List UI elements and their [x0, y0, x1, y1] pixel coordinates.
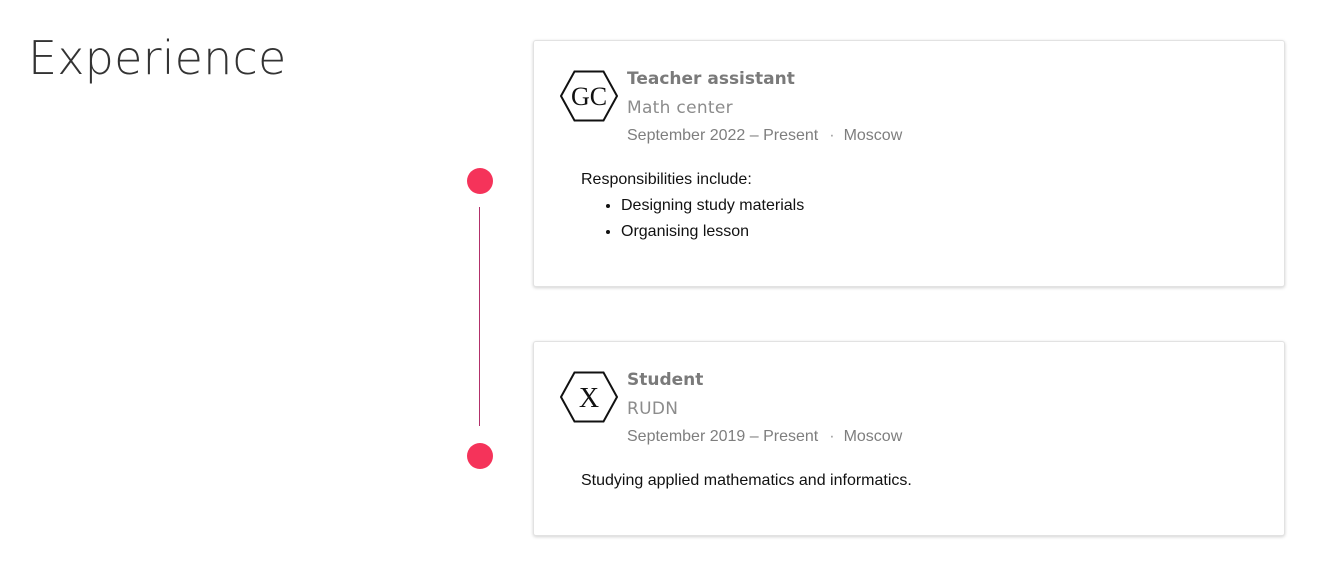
timeline-dot [467, 168, 493, 194]
experience-card: X Student RUDN September 2019 – Present ·… [533, 341, 1285, 536]
job-meta: September 2022 – Present · Moscow [627, 127, 902, 145]
section-title: Experience [28, 31, 287, 85]
job-description: Responsibilities include: Designing stud… [581, 167, 804, 245]
company-name: Math center [627, 98, 733, 118]
timeline-line [479, 207, 480, 426]
list-item: Designing study materials [621, 193, 804, 219]
company-name: RUDN [627, 399, 679, 419]
job-description: Studying applied mathematics and informa… [581, 468, 912, 494]
job-dates: September 2019 – Present [627, 428, 819, 445]
description-intro: Studying applied mathematics and informa… [581, 472, 912, 489]
hexagon-logo-icon: GC [560, 70, 618, 122]
experience-section: Experience GC Teacher assistant Math cen… [0, 0, 1331, 578]
logo-text: X [579, 383, 599, 414]
logo-text: GC [571, 82, 607, 111]
experience-card: GC Teacher assistant Math center Septemb… [533, 40, 1285, 287]
job-meta: September 2019 – Present · Moscow [627, 428, 902, 446]
job-location: Moscow [843, 127, 903, 144]
meta-separator: · [829, 428, 835, 445]
job-dates: September 2022 – Present [627, 127, 819, 144]
meta-separator: · [829, 127, 835, 144]
job-title: Teacher assistant [627, 69, 795, 89]
description-intro: Responsibilities include: [581, 171, 752, 188]
hexagon-logo-icon: X [560, 371, 618, 423]
job-location: Moscow [843, 428, 903, 445]
job-title: Student [627, 370, 704, 390]
timeline-dot [467, 443, 493, 469]
responsibility-list: Designing study materials Organising les… [581, 193, 804, 245]
list-item: Organising lesson [621, 219, 804, 245]
